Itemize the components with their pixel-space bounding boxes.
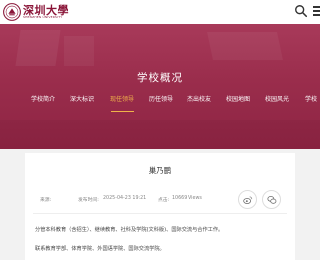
article-title: 巢乃鹏 — [148, 166, 172, 175]
university-logo-subtext: SHENZHEN UNIVERSITY — [23, 15, 63, 19]
top-header: 深圳大學 SHENZHEN UNIVERSITY — [0, 0, 320, 24]
page-banner: 学校概况 学校简介 深大标识 现任领导 历任领导 杰出校友 校园地图 校园风光 … — [0, 24, 320, 149]
section-title: 学校概况 — [137, 72, 183, 84]
views-unit: Views — [188, 196, 202, 201]
date-label: 发布时间: — [78, 198, 99, 203]
nav-item-current-leaders[interactable]: 现任领导 — [110, 94, 134, 103]
date-value: 2025-04-23 19:21 — [103, 196, 147, 201]
menu-icon[interactable] — [313, 6, 320, 16]
article-paragraph: 分管本科教育（含招生）、继续教育、社科及学院(文科版)、国际交流与合作工作。 — [35, 227, 224, 233]
university-seal-icon[interactable] — [3, 3, 21, 21]
active-tab-indicator — [111, 111, 134, 112]
views-label: 点击: — [158, 198, 170, 203]
article-card: 巢乃鹏 来源: 发布时间: 2025-04-23 19:21 点击: 10669… — [25, 153, 295, 260]
weibo-icon — [243, 196, 253, 204]
nav-item-campus-map[interactable]: 校园地图 — [226, 94, 250, 103]
meta-divider — [33, 213, 287, 214]
share-wechat-button[interactable] — [262, 190, 281, 209]
nav-item-alumni[interactable]: 杰出校友 — [187, 94, 211, 103]
nav-item-school[interactable]: 学校 — [305, 94, 317, 103]
views-count: 10669 — [172, 196, 188, 201]
wechat-icon — [267, 196, 277, 204]
article-paragraph: 联系教育学部、体育学院、外国语学院、国际交流学院。 — [35, 246, 165, 252]
nav-item-identity[interactable]: 深大标识 — [70, 94, 94, 103]
nav-item-former-leaders[interactable]: 历任领导 — [149, 94, 173, 103]
nav-item-intro[interactable]: 学校简介 — [31, 94, 55, 103]
share-weibo-button[interactable] — [238, 190, 257, 209]
section-nav: 学校简介 深大标识 现任领导 历任领导 杰出校友 校园地图 校园风光 学校 — [0, 94, 320, 112]
nav-item-campus-scenery[interactable]: 校园风光 — [265, 94, 289, 103]
source-label: 来源: — [40, 198, 52, 203]
search-icon[interactable] — [294, 4, 308, 18]
